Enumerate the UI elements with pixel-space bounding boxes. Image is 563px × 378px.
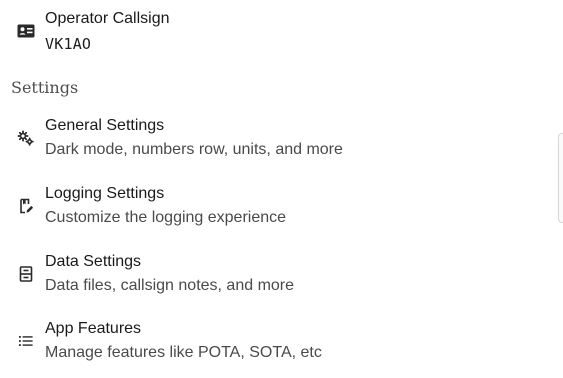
callsign-value: VK1AO xyxy=(45,35,92,53)
data-settings-title: Data Settings xyxy=(45,253,142,270)
general-settings-subtitle: Dark mode, numbers row, units, and more xyxy=(45,141,343,158)
book-edit-icon xyxy=(15,195,37,217)
operator-callsign-row[interactable]: Operator Callsign VK1AO xyxy=(0,0,563,60)
data-settings-item[interactable]: Data Settings Data files, callsign notes… xyxy=(0,244,563,304)
contact-card-icon xyxy=(15,20,37,42)
data-settings-subtitle: Data files, callsign notes, and more xyxy=(45,277,295,294)
general-settings-item[interactable]: General Settings Dark mode, numbers row,… xyxy=(0,108,563,168)
logging-settings-title: Logging Settings xyxy=(45,185,165,202)
list-icon xyxy=(15,330,37,352)
edge-scroll-handle[interactable] xyxy=(558,133,563,223)
settings-section-header: Settings xyxy=(11,78,79,97)
gears-icon xyxy=(15,127,37,149)
general-settings-title: General Settings xyxy=(45,117,165,134)
app-features-subtitle: Manage features like POTA, SOTA, etc xyxy=(45,344,322,361)
app-features-title: App Features xyxy=(45,320,142,337)
app-features-item[interactable]: App Features Manage features like POTA, … xyxy=(0,311,563,371)
database-icon xyxy=(15,263,37,285)
logging-settings-subtitle: Customize the logging experience xyxy=(45,209,287,226)
callsign-label: Operator Callsign xyxy=(45,10,170,27)
logging-settings-item[interactable]: Logging Settings Customize the logging e… xyxy=(0,176,563,236)
